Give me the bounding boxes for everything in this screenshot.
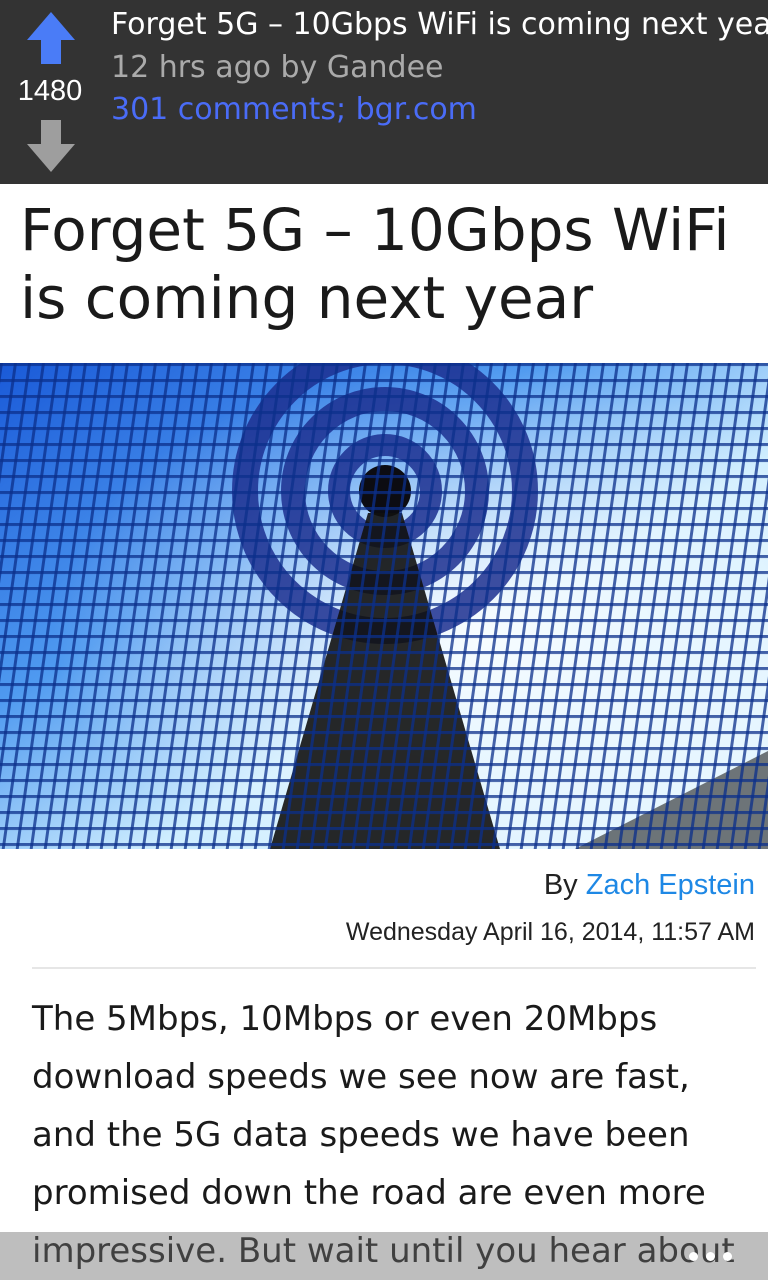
upvote-arrow-icon[interactable]: [27, 12, 75, 64]
downvote-arrow-icon[interactable]: [27, 120, 75, 172]
post-links: 301 comments; bgr.com: [111, 91, 477, 129]
article-date: Wednesday April 16, 2014, 11:57 AM: [345, 918, 755, 946]
comments-link[interactable]: 301 comments: [111, 92, 336, 127]
post-score: 1480: [17, 75, 83, 107]
article-author-link[interactable]: Zach Epstein: [586, 869, 755, 901]
byline: By Zach Epstein: [544, 867, 755, 903]
wifi-signal-image: [0, 363, 768, 849]
post-age: 12 hrs ago: [111, 50, 272, 85]
domain-link[interactable]: bgr.com: [356, 92, 477, 127]
post-author[interactable]: Gandee: [327, 50, 444, 85]
post-header: 1480 Forget 5G – 10Gbps WiFi is coming n…: [0, 0, 768, 184]
post-by-label: by: [271, 50, 327, 85]
hero-image: [0, 363, 768, 849]
app-bar: [0, 1232, 768, 1280]
ellipsis-icon[interactable]: [689, 1250, 732, 1262]
post-title[interactable]: Forget 5G – 10Gbps WiFi is coming next y…: [111, 6, 768, 44]
byline-label: By: [543, 869, 586, 901]
post-meta: 12 hrs ago by Gandee: [111, 49, 444, 87]
divider: [32, 967, 756, 969]
article-title: Forget 5G – 10Gbps WiFi is coming next y…: [20, 196, 730, 332]
links-separator: ;: [335, 92, 356, 127]
